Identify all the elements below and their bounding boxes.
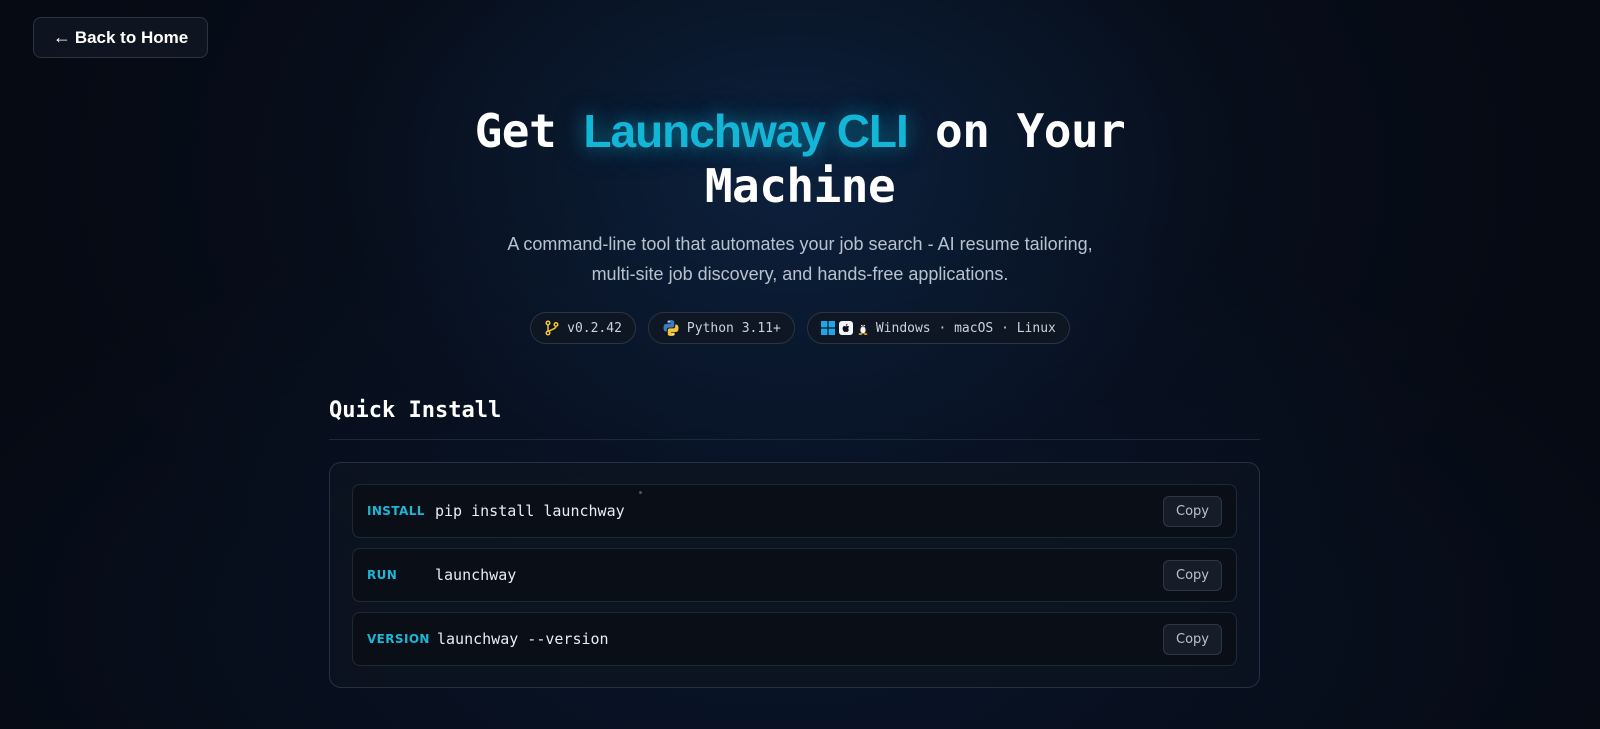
command-text: launchway --version <box>437 630 609 648</box>
version-badge: v0.2.42 <box>530 312 636 344</box>
windows-icon <box>820 321 835 335</box>
command-text: pip install launchway <box>435 502 625 520</box>
command-label: INSTALL <box>367 504 425 518</box>
version-command-row: VERSION launchway --version Copy <box>352 612 1237 666</box>
python-icon <box>663 320 679 336</box>
title-accent: Launchway CLI <box>583 105 908 157</box>
page-subtitle: A command-line tool that automates your … <box>0 229 1600 289</box>
title-line-1: Get Launchway CLI on Your <box>0 104 1600 159</box>
platform-badge-label: Windows · macOS · Linux <box>875 320 1056 336</box>
section-divider <box>329 439 1260 440</box>
cli-install-page: ← Back to Home Get Launchway CLI on Your… <box>0 0 1600 729</box>
platform-badge: Windows · macOS · Linux <box>806 312 1070 344</box>
title-prefix: Get <box>474 104 557 158</box>
page-title: Get Launchway CLI on Your Machine <box>0 104 1600 214</box>
command-label: RUN <box>367 568 398 582</box>
python-badge-label: Python 3.11+ <box>686 320 781 336</box>
quick-install-title: Quick Install <box>329 398 502 423</box>
back-arrow-icon: ← <box>52 27 71 47</box>
quick-install-card: INSTALL pip install launchway Copy RUN l… <box>329 462 1260 688</box>
cursor-dot <box>639 491 642 494</box>
linux-penguin-icon <box>858 324 868 335</box>
install-command-row: INSTALL pip install launchway Copy <box>352 484 1237 538</box>
copy-version-button[interactable]: Copy <box>1163 624 1222 655</box>
subtitle-line-1: A command-line tool that automates your … <box>507 234 1093 254</box>
os-icons <box>820 321 869 335</box>
subtitle-line-2: multi-site job discovery, and hands-free… <box>591 264 1009 284</box>
command-label: VERSION <box>367 632 430 646</box>
git-branch-icon <box>545 320 559 336</box>
copy-run-button[interactable]: Copy <box>1163 560 1222 591</box>
badge-row: v0.2.42 Python 3.11+ Windows · macOS · L… <box>0 312 1600 344</box>
apple-icon <box>838 321 853 335</box>
run-command-row: RUN launchway Copy <box>352 548 1237 602</box>
title-line-2: Machine <box>704 159 896 213</box>
back-to-home-button[interactable]: ← Back to Home <box>33 17 208 58</box>
title-suffix: on Your <box>935 104 1126 158</box>
command-text: launchway <box>435 566 517 584</box>
copy-install-button[interactable]: Copy <box>1163 496 1222 527</box>
back-button-label: Back to Home <box>74 27 189 47</box>
python-badge: Python 3.11+ <box>647 312 795 344</box>
version-badge-label: v0.2.42 <box>567 320 622 336</box>
